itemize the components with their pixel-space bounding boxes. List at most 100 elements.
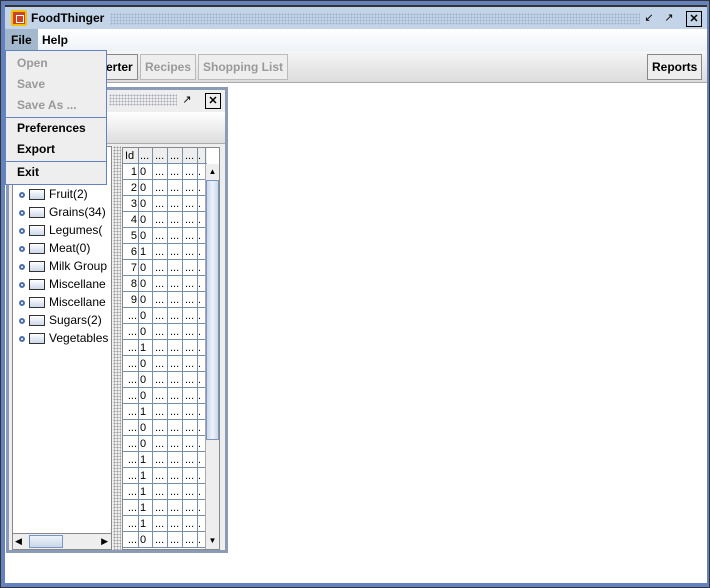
table-cell: ... xyxy=(168,452,183,468)
table-row[interactable]: ... 1.......... xyxy=(123,500,207,516)
tree-item[interactable]: Grains(34) xyxy=(19,203,111,221)
table-row[interactable]: ... 1.......... xyxy=(123,452,207,468)
table-row[interactable]: 7 0.......... xyxy=(123,260,207,276)
table-cell: ... xyxy=(183,212,198,228)
table-row[interactable]: ... 1.......... xyxy=(123,340,207,356)
expand-handle-icon[interactable] xyxy=(19,263,25,270)
menu-item-open[interactable]: Open xyxy=(6,53,106,74)
expand-handle-icon[interactable] xyxy=(19,299,25,306)
tree-item[interactable]: Meat(0) xyxy=(19,239,111,257)
column-header[interactable]: ... xyxy=(168,148,183,164)
menu-item-exit[interactable]: Exit xyxy=(6,162,106,183)
table-row[interactable]: 8 0.......... xyxy=(123,276,207,292)
shopping-list-button[interactable]: Shopping List xyxy=(198,54,288,80)
column-header[interactable]: Id xyxy=(123,148,139,164)
table-row[interactable]: ... 0.......... xyxy=(123,356,207,372)
table-row[interactable]: ... 0.......... xyxy=(123,532,207,548)
tree-item[interactable]: Miscellane xyxy=(19,293,111,311)
table-cell: ... xyxy=(123,372,139,388)
expand-handle-icon[interactable] xyxy=(19,245,25,252)
menu-item-export[interactable]: Export xyxy=(6,139,106,160)
table-cell: ... xyxy=(168,196,183,212)
table-row[interactable]: ... 0.......... xyxy=(123,372,207,388)
table-cell: ... xyxy=(168,292,183,308)
table-cell: ... xyxy=(183,180,198,196)
recipes-button[interactable]: Recipes xyxy=(140,54,197,80)
food-table[interactable]: Id ... ... ... ... . 1 0.......... 2 0.....… xyxy=(122,147,220,550)
expand-handle-icon[interactable] xyxy=(19,317,25,324)
scroll-down-arrow-icon[interactable]: ▼ xyxy=(206,533,219,549)
table-cell: ... xyxy=(153,244,168,260)
table-row[interactable]: ... 0.......... xyxy=(123,420,207,436)
scroll-left-arrow-icon[interactable]: ◀ xyxy=(15,536,22,547)
folder-icon xyxy=(29,333,45,345)
table-row[interactable]: 6 1.......... xyxy=(123,244,207,260)
table-cell: ... xyxy=(153,452,168,468)
table-cell: ... xyxy=(183,436,198,452)
expand-handle-icon[interactable] xyxy=(19,335,25,342)
title-bar[interactable]: FoodThinger ↙ ↗ ✕ xyxy=(5,5,707,29)
reports-button[interactable]: Reports xyxy=(647,54,703,80)
menu-item-save[interactable]: Save xyxy=(6,74,106,95)
table-cell: ... xyxy=(123,532,139,548)
table-row[interactable]: ... 1.......... xyxy=(123,484,207,500)
close-icon[interactable]: ✕ xyxy=(686,11,702,27)
expand-handle-icon[interactable] xyxy=(19,191,25,198)
tree-item[interactable]: Fruit(2) xyxy=(19,185,111,203)
maximize-icon[interactable]: ↗ xyxy=(179,93,195,109)
close-icon[interactable]: ✕ xyxy=(205,93,221,109)
table-row[interactable]: 2 0.......... xyxy=(123,180,207,196)
table-row[interactable]: 3 0.......... xyxy=(123,196,207,212)
tree-item[interactable]: Legumes( xyxy=(19,221,111,239)
app-icon xyxy=(11,10,27,26)
table-cell: ... xyxy=(123,484,139,500)
table-cell: ... xyxy=(168,228,183,244)
expand-handle-icon[interactable] xyxy=(19,209,25,216)
column-header[interactable]: ... xyxy=(153,148,168,164)
table-row[interactable]: ... 0.......... xyxy=(123,436,207,452)
split-pane-divider[interactable] xyxy=(113,146,121,550)
table-cell: ... xyxy=(168,340,183,356)
table-row[interactable]: 9 0.......... xyxy=(123,292,207,308)
column-header[interactable]: . xyxy=(198,148,206,164)
table-cell: ... xyxy=(183,468,198,484)
maximize-icon[interactable]: ↗ xyxy=(661,11,677,27)
minimize-icon[interactable]: ↙ xyxy=(641,11,657,27)
scroll-thumb[interactable] xyxy=(206,180,219,440)
food-group-tree[interactable]: Fruit(2) Grains(34) Legumes( Meat(0) Mil… xyxy=(12,146,112,550)
table-row[interactable]: ... 1.......... xyxy=(123,516,207,532)
tree-horizontal-scrollbar[interactable]: ◀ ▶ xyxy=(13,533,111,549)
column-header[interactable]: ... xyxy=(183,148,198,164)
menu-file[interactable]: File xyxy=(5,29,38,51)
table-cell: ... xyxy=(168,468,183,484)
table-cell: ... xyxy=(168,404,183,420)
table-row[interactable]: 1 0.......... xyxy=(123,164,207,180)
column-header[interactable]: ... xyxy=(139,148,153,164)
table-cell: ... xyxy=(153,196,168,212)
table-row[interactable]: ... 0.......... xyxy=(123,308,207,324)
tree-item[interactable]: Sugars(2) xyxy=(19,311,111,329)
table-row[interactable]: ... 1.......... xyxy=(123,468,207,484)
table-cell: 1 xyxy=(139,404,153,420)
scroll-right-arrow-icon[interactable]: ▶ xyxy=(101,536,108,547)
scroll-thumb[interactable] xyxy=(29,535,63,548)
table-cell: 0 xyxy=(139,196,153,212)
table-row[interactable]: ... 0.......... xyxy=(123,324,207,340)
table-row[interactable]: ... 1.......... xyxy=(123,404,207,420)
table-cell: ... xyxy=(183,196,198,212)
menu-help[interactable]: Help xyxy=(36,29,74,51)
table-vertical-scrollbar[interactable]: ▲ ▼ xyxy=(205,164,219,549)
expand-handle-icon[interactable] xyxy=(19,281,25,288)
table-row[interactable]: 5 0.......... xyxy=(123,228,207,244)
menu-item-save-as[interactable]: Save As ... xyxy=(6,95,106,116)
scroll-up-arrow-icon[interactable]: ▲ xyxy=(206,164,219,180)
tree-item[interactable]: Vegetables xyxy=(19,329,111,347)
menu-item-preferences[interactable]: Preferences xyxy=(6,118,106,139)
expand-handle-icon[interactable] xyxy=(19,227,25,234)
table-cell: ... xyxy=(153,308,168,324)
table-cell: 1 xyxy=(139,452,153,468)
table-row[interactable]: ... 0.......... xyxy=(123,388,207,404)
tree-item[interactable]: Miscellane xyxy=(19,275,111,293)
tree-item[interactable]: Milk Group xyxy=(19,257,111,275)
table-row[interactable]: 4 0.......... xyxy=(123,212,207,228)
